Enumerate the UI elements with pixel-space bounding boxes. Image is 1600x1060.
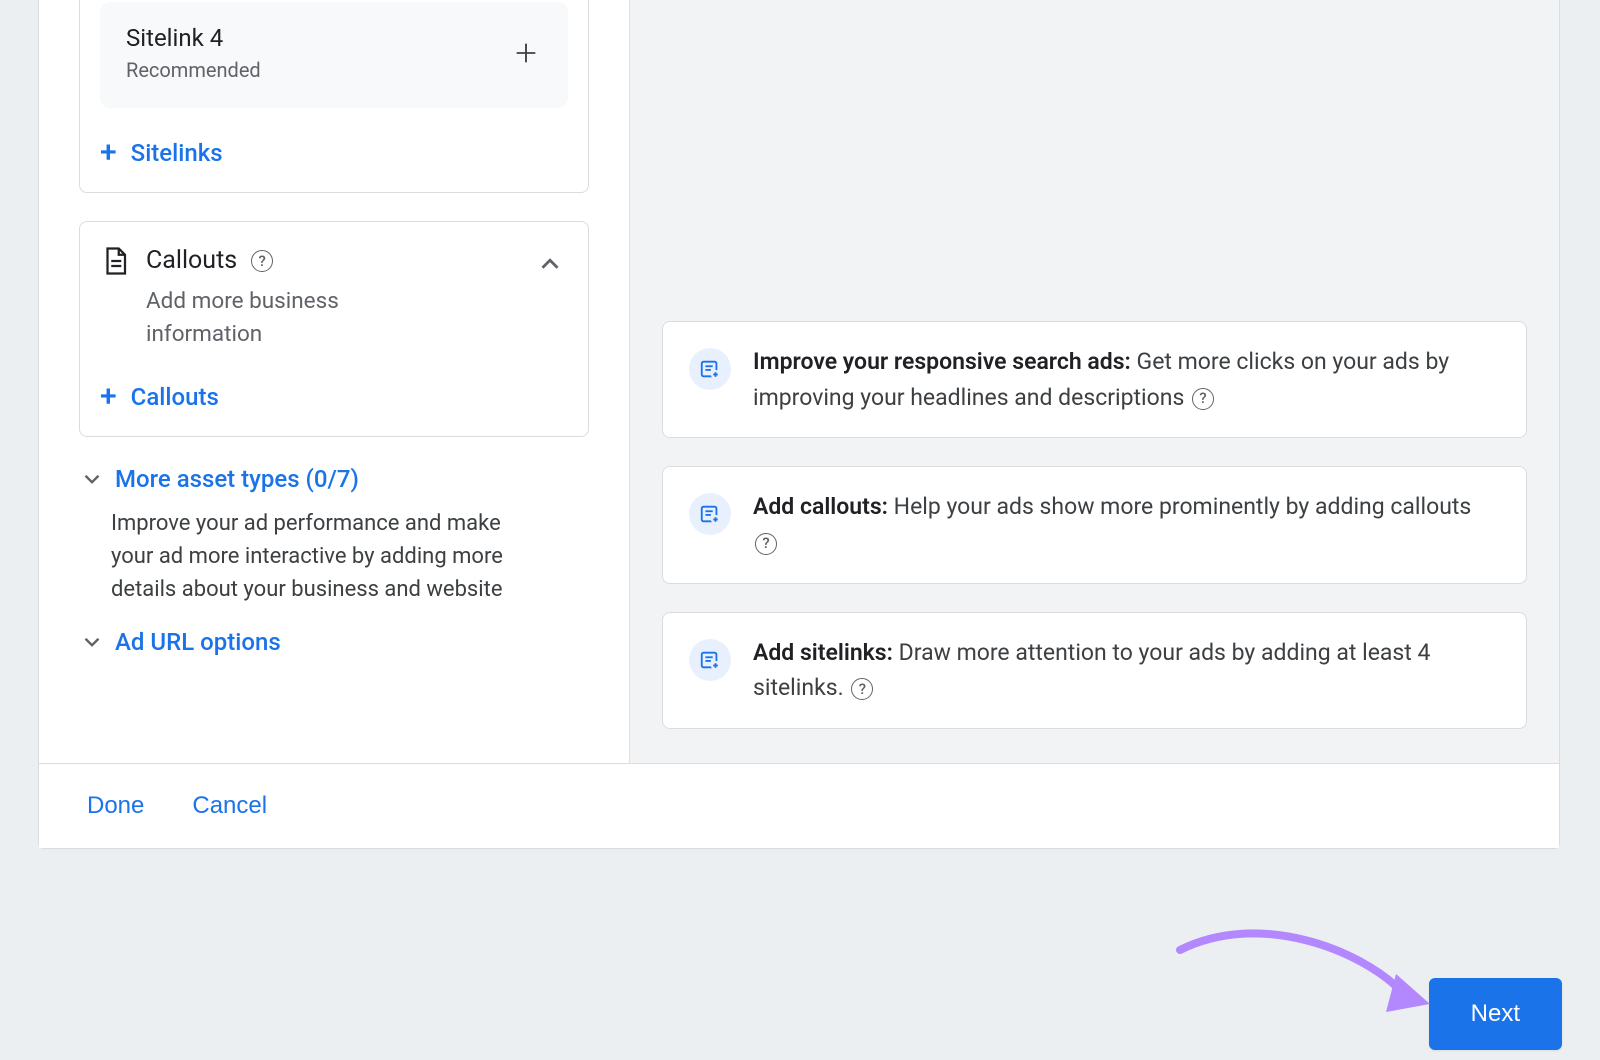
ad-url-options-label: Ad URL options: [115, 628, 281, 656]
upper-split: Sitelink 4 Recommended + Sitelinks: [39, 0, 1559, 763]
chevron-down-icon: [79, 629, 105, 655]
next-button[interactable]: Next: [1429, 978, 1562, 1050]
app-frame: Sitelink 4 Recommended + Sitelinks: [38, 0, 1560, 849]
suggestion-add-callouts[interactable]: Add callouts: Help your ads show more pr…: [662, 466, 1527, 583]
callouts-title-row: Callouts ?: [146, 246, 446, 275]
sitelink-tile-4[interactable]: Sitelink 4 Recommended: [100, 2, 568, 108]
add-callouts-label: Callouts: [131, 383, 219, 411]
suggestion-body: Help your ads show more prominently by a…: [894, 493, 1472, 520]
sitelink-tile-title: Sitelink 4: [126, 24, 261, 52]
ad-url-options-toggle[interactable]: Ad URL options: [79, 628, 589, 656]
add-callouts-button[interactable]: + Callouts: [100, 382, 219, 412]
add-sitelinks-button[interactable]: + Sitelinks: [100, 138, 223, 168]
suggestion-add-sitelinks[interactable]: Add sitelinks: Draw more attention to yo…: [662, 612, 1527, 729]
callouts-subtitle: Add more business information: [146, 285, 446, 350]
callouts-title: Callouts: [146, 246, 237, 275]
document-icon: [100, 246, 130, 280]
suggestion-text: Add callouts: Help your ads show more pr…: [753, 489, 1500, 560]
chevron-up-icon[interactable]: [532, 246, 568, 282]
recommendation-icon: [689, 493, 731, 535]
help-icon[interactable]: ?: [851, 678, 873, 700]
callouts-card: Callouts ? Add more business information…: [79, 221, 589, 437]
more-asset-types-desc: Improve your ad performance and make you…: [79, 493, 539, 614]
left-column: Sitelink 4 Recommended + Sitelinks: [39, 0, 629, 763]
suggestion-improve-rsa[interactable]: Improve your responsive search ads: Get …: [662, 321, 1527, 438]
recommendation-icon: [689, 639, 731, 681]
suggestion-title: Improve your responsive search ads:: [753, 348, 1131, 375]
suggestion-text: Add sitelinks: Draw more attention to yo…: [753, 635, 1500, 706]
suggestion-text: Improve your responsive search ads: Get …: [753, 344, 1500, 415]
recommendation-icon: [689, 348, 731, 390]
sitelinks-card: Sitelink 4 Recommended + Sitelinks: [79, 0, 589, 193]
help-icon[interactable]: ?: [251, 250, 273, 272]
sitelink-tile-sub: Recommended: [126, 58, 261, 82]
right-column: Improve your responsive search ads: Get …: [629, 0, 1559, 763]
callouts-card-head-left: Callouts ? Add more business information: [100, 246, 446, 350]
suggestion-title: Add callouts:: [753, 493, 888, 520]
more-asset-types-toggle[interactable]: More asset types (0/7): [79, 465, 589, 493]
suggestion-title: Add sitelinks:: [753, 639, 893, 666]
plus-icon: +: [100, 138, 117, 168]
sitelink-tile-text: Sitelink 4 Recommended: [126, 24, 261, 82]
done-button[interactable]: Done: [87, 792, 144, 820]
plus-icon[interactable]: [510, 37, 542, 69]
cancel-button[interactable]: Cancel: [192, 792, 267, 820]
footer-bar: Done Cancel: [39, 763, 1559, 848]
more-asset-types-label: More asset types (0/7): [115, 465, 359, 493]
help-icon[interactable]: ?: [755, 533, 777, 555]
plus-icon: +: [100, 382, 117, 412]
add-sitelinks-label: Sitelinks: [131, 139, 223, 167]
callouts-card-head: Callouts ? Add more business information: [100, 246, 568, 350]
help-icon[interactable]: ?: [1192, 388, 1214, 410]
chevron-down-icon: [79, 466, 105, 492]
annotation-arrow-icon: [1170, 920, 1430, 1030]
